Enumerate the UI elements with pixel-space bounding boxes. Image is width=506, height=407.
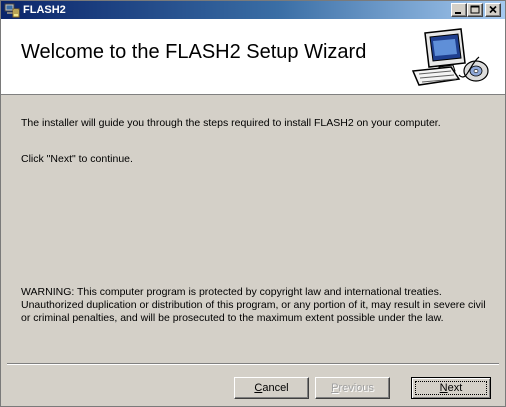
minimize-icon (455, 12, 461, 14)
wizard-header: Welcome to the FLASH2 Setup Wizard (1, 19, 505, 95)
title-bar[interactable]: FLASH2 (1, 1, 505, 19)
maximize-button[interactable] (467, 3, 483, 17)
computer-setup-icon (409, 27, 493, 89)
page-title: Welcome to the FLASH2 Setup Wizard (21, 41, 367, 63)
button-separator-highlight (7, 364, 499, 365)
next-button[interactable]: Next (411, 377, 491, 399)
close-button[interactable] (485, 3, 501, 17)
minimize-button[interactable] (451, 3, 467, 17)
copyright-warning: WARNING: This computer program is protec… (21, 286, 486, 324)
intro-text: The installer will guide you through the… (21, 117, 441, 129)
installer-app-icon[interactable] (4, 2, 20, 18)
setup-wizard-window: FLASH2 Welcome to the FLASH2 Setup Wizar… (0, 0, 506, 407)
cancel-button-label: Cancel (254, 382, 289, 394)
close-icon (489, 5, 497, 14)
maximize-icon (470, 5, 480, 14)
window-title: FLASH2 (23, 4, 66, 16)
cancel-button[interactable]: Cancel (234, 377, 309, 399)
continue-instruction: Click "Next" to continue. (21, 153, 133, 165)
previous-button[interactable]: Previous (315, 377, 390, 399)
next-button-label: Next (439, 382, 463, 394)
previous-button-label: Previous (331, 382, 374, 394)
